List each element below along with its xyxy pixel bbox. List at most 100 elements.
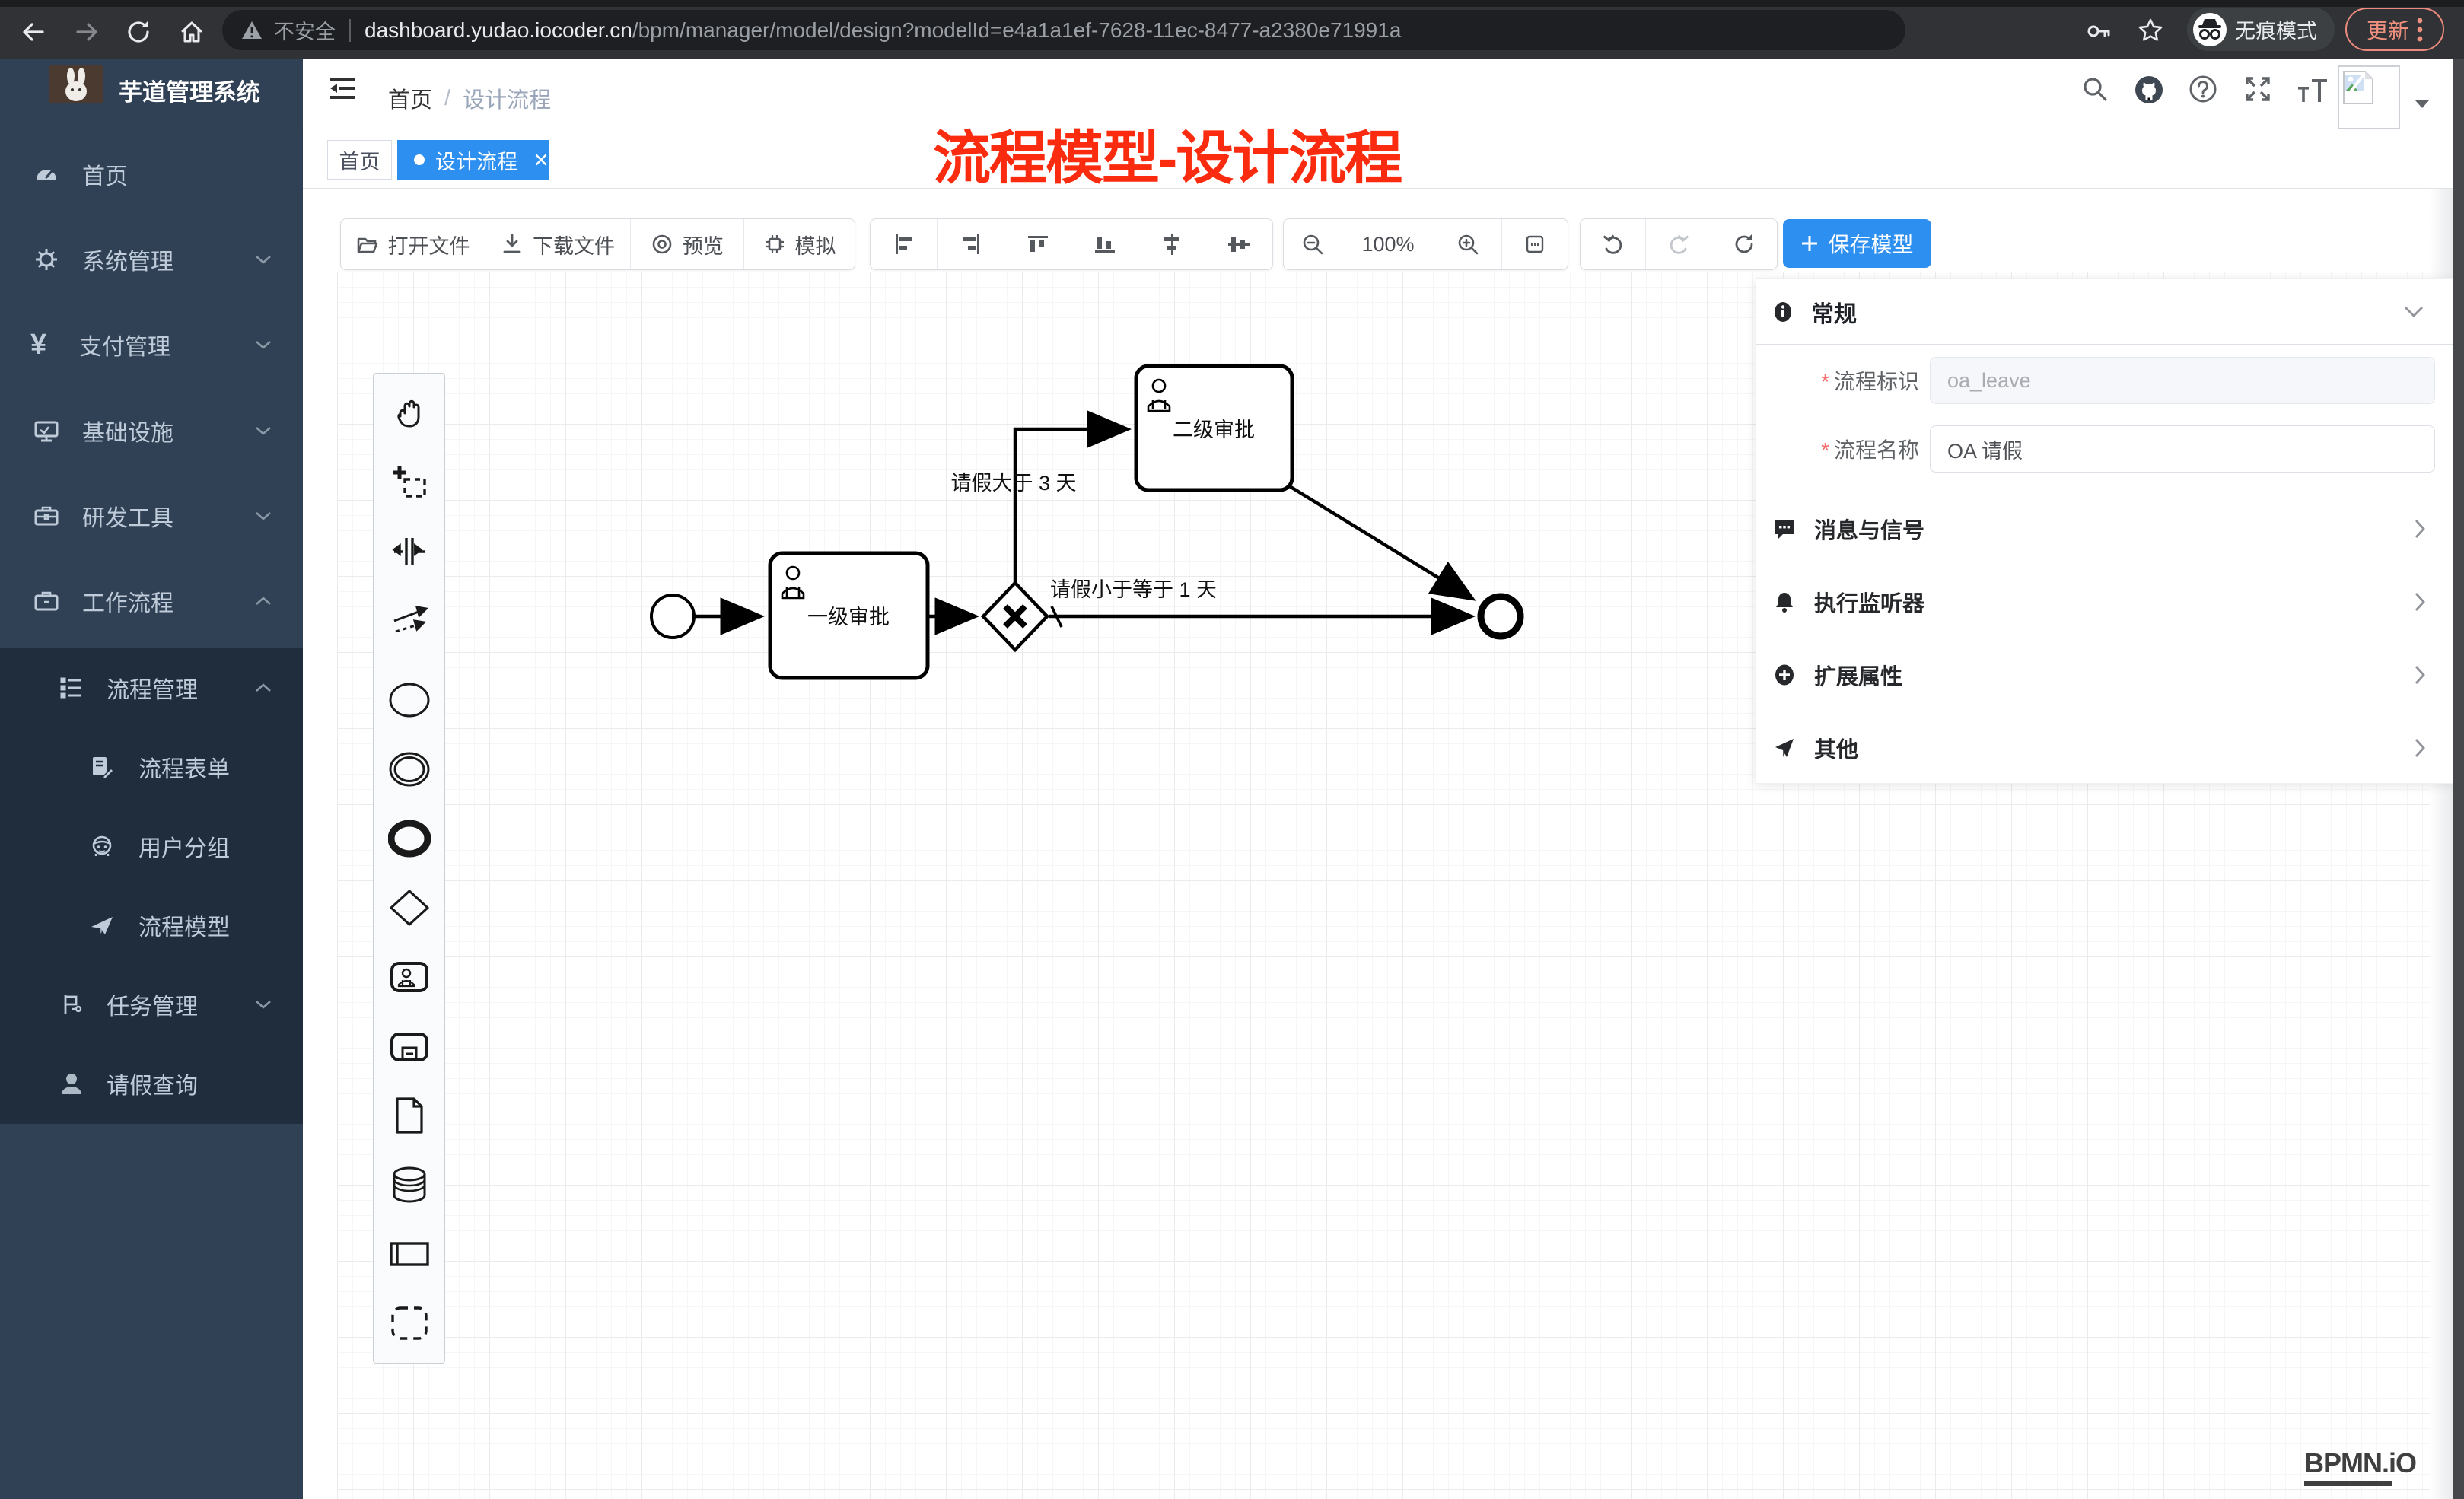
section-extended-properties[interactable]: 扩展属性 xyxy=(1756,638,2454,711)
sidebar-item-label: 用户分组 xyxy=(138,829,230,863)
lasso-tool-icon[interactable] xyxy=(377,447,442,517)
bookmark-star-icon[interactable] xyxy=(2137,17,2164,44)
restart-button[interactable] xyxy=(1711,219,1777,269)
required-star: * xyxy=(1821,370,1829,393)
sidebar-item-infrastructure[interactable]: 基础设施 xyxy=(0,391,303,470)
address-bar[interactable]: 不安全 dashboard.yudao.iocoder.cn/bpm/manag… xyxy=(222,10,1905,50)
page-scrollbar[interactable] xyxy=(2453,59,2464,1499)
preview-button[interactable]: 预览 xyxy=(631,219,744,269)
hand-tool-icon[interactable] xyxy=(377,378,442,447)
sidebar-item-process-model[interactable]: 流程模型 xyxy=(0,886,303,965)
align-top-button[interactable] xyxy=(1004,219,1071,269)
zoom-reset-button[interactable] xyxy=(1502,219,1568,269)
create-participant-icon[interactable] xyxy=(377,1219,442,1288)
annotation-title: 流程模型-设计流程 xyxy=(933,111,1401,195)
simulate-button[interactable]: 模拟 xyxy=(744,219,855,269)
browser-forward-button[interactable] xyxy=(73,18,100,46)
create-intermediate-event-icon[interactable] xyxy=(377,734,442,804)
align-bottom-button[interactable] xyxy=(1071,219,1138,269)
flow-task2-to-end[interactable] xyxy=(1288,485,1470,597)
sidebar-item-user-group[interactable]: 用户分组 xyxy=(0,807,303,886)
create-group-icon[interactable] xyxy=(377,1288,442,1357)
download-file-button[interactable]: 下载文件 xyxy=(485,219,631,269)
font-size-icon[interactable] xyxy=(2297,78,2327,108)
task-label: 一级审批 xyxy=(807,606,890,629)
section-execution-listener[interactable]: 执行监听器 xyxy=(1756,565,2454,638)
sidebar-item-devtools[interactable]: 研发工具 xyxy=(0,476,303,555)
breadcrumb-separator: / xyxy=(444,86,450,111)
github-icon[interactable] xyxy=(2134,75,2164,105)
tag-tab-home[interactable]: 首页 xyxy=(327,140,392,180)
browser-chrome: 不安全 dashboard.yudao.iocoder.cn/bpm/manag… xyxy=(0,0,2464,59)
undo-button[interactable] xyxy=(1581,219,1646,269)
create-user-task-icon[interactable] xyxy=(377,942,442,1011)
incognito-badge[interactable]: 无痕模式 xyxy=(2187,8,2335,51)
open-file-button[interactable]: 打开文件 xyxy=(341,219,485,269)
process-name-label-wrap: *流程名称 xyxy=(1756,434,1919,464)
fullscreen-icon[interactable] xyxy=(2243,75,2274,105)
global-connect-tool-icon[interactable] xyxy=(377,586,442,655)
sidebar-item-system[interactable]: 系统管理 xyxy=(0,220,303,299)
sidebar-item-payment[interactable]: ¥ 支付管理 xyxy=(0,305,303,384)
flow-gateway-to-task2[interactable] xyxy=(1015,429,1125,583)
process-key-input[interactable] xyxy=(1930,357,2435,404)
kebab-menu-icon xyxy=(2417,17,2423,43)
zoom-level-display[interactable]: 100% xyxy=(1342,219,1434,269)
flow-condition-label-le1[interactable]: 请假小于等于 1 天 xyxy=(1050,578,1217,601)
space-tool-icon[interactable] xyxy=(377,517,442,586)
bpmn-io-logo[interactable]: BPMN.iO xyxy=(2304,1447,2416,1486)
chevron-right-icon xyxy=(2413,664,2427,686)
bpmn-io-label: BPMN.iO xyxy=(2304,1447,2416,1479)
align-center-horizontal-button[interactable] xyxy=(1205,219,1272,269)
end-event[interactable] xyxy=(1481,597,1520,636)
create-start-event-icon[interactable] xyxy=(377,665,442,734)
browser-update-button[interactable]: 更新 xyxy=(2345,8,2444,51)
close-icon[interactable] xyxy=(534,153,548,167)
sidebar-item-task-management[interactable]: 任务管理 xyxy=(0,965,303,1044)
save-model-button[interactable]: 保存模型 xyxy=(1783,219,1931,268)
process-name-input[interactable] xyxy=(1930,425,2435,473)
breadcrumb-home[interactable]: 首页 xyxy=(388,82,432,114)
url-host: dashboard.yudao.iocoder.cn xyxy=(365,18,632,43)
sidebar-item-home[interactable]: 首页 xyxy=(0,135,303,214)
align-center-vertical-button[interactable] xyxy=(1138,219,1205,269)
sidebar-item-process-management[interactable]: 流程管理 xyxy=(0,648,303,727)
info-icon xyxy=(1772,301,1794,323)
tag-tab-design-active[interactable]: 设计流程 xyxy=(397,140,549,180)
flow-condition-label-gt3[interactable]: 请假大于 3 天 xyxy=(950,472,1076,495)
browser-home-button[interactable] xyxy=(178,18,205,46)
create-gateway-icon[interactable] xyxy=(377,873,442,942)
sidebar-collapse-icon[interactable] xyxy=(329,75,359,105)
chevron-right-icon xyxy=(2413,517,2427,540)
browser-reload-button[interactable] xyxy=(125,18,152,46)
create-end-event-icon[interactable] xyxy=(377,804,442,873)
browser-back-button[interactable] xyxy=(20,18,47,46)
avatar-caret-icon[interactable] xyxy=(2414,99,2431,110)
sidebar-item-process-form[interactable]: 流程表单 xyxy=(0,727,303,807)
align-right-button[interactable] xyxy=(938,219,1004,269)
sidebar-item-workflow[interactable]: 工作流程 xyxy=(0,562,303,641)
form-document-icon xyxy=(90,755,114,779)
create-data-object-icon[interactable] xyxy=(377,1080,442,1150)
app-logo[interactable] xyxy=(49,65,103,103)
zoom-out-button[interactable] xyxy=(1284,219,1342,269)
password-key-icon[interactable] xyxy=(2085,18,2111,44)
sidebar-item-label: 首页 xyxy=(82,158,128,191)
create-data-store-icon[interactable] xyxy=(377,1150,442,1219)
chip-icon xyxy=(763,233,786,256)
sidebar-item-leave-query[interactable]: 请假查询 xyxy=(0,1044,303,1123)
zoom-in-button[interactable] xyxy=(1434,219,1502,269)
section-label: 扩展属性 xyxy=(1814,659,1902,691)
folder-open-icon xyxy=(356,233,379,256)
start-event[interactable] xyxy=(651,595,694,638)
briefcase-icon xyxy=(33,588,59,614)
help-icon[interactable] xyxy=(2189,75,2219,105)
avatar[interactable] xyxy=(2338,65,2400,129)
search-icon[interactable] xyxy=(2080,75,2111,105)
redo-button[interactable] xyxy=(1646,219,1711,269)
section-message-signal[interactable]: 消息与信号 xyxy=(1756,492,2454,565)
general-section-header[interactable]: 常规 xyxy=(1756,279,2453,345)
align-left-button[interactable] xyxy=(871,219,938,269)
create-subprocess-icon[interactable] xyxy=(377,1011,442,1080)
section-other[interactable]: 其他 xyxy=(1756,711,2454,784)
